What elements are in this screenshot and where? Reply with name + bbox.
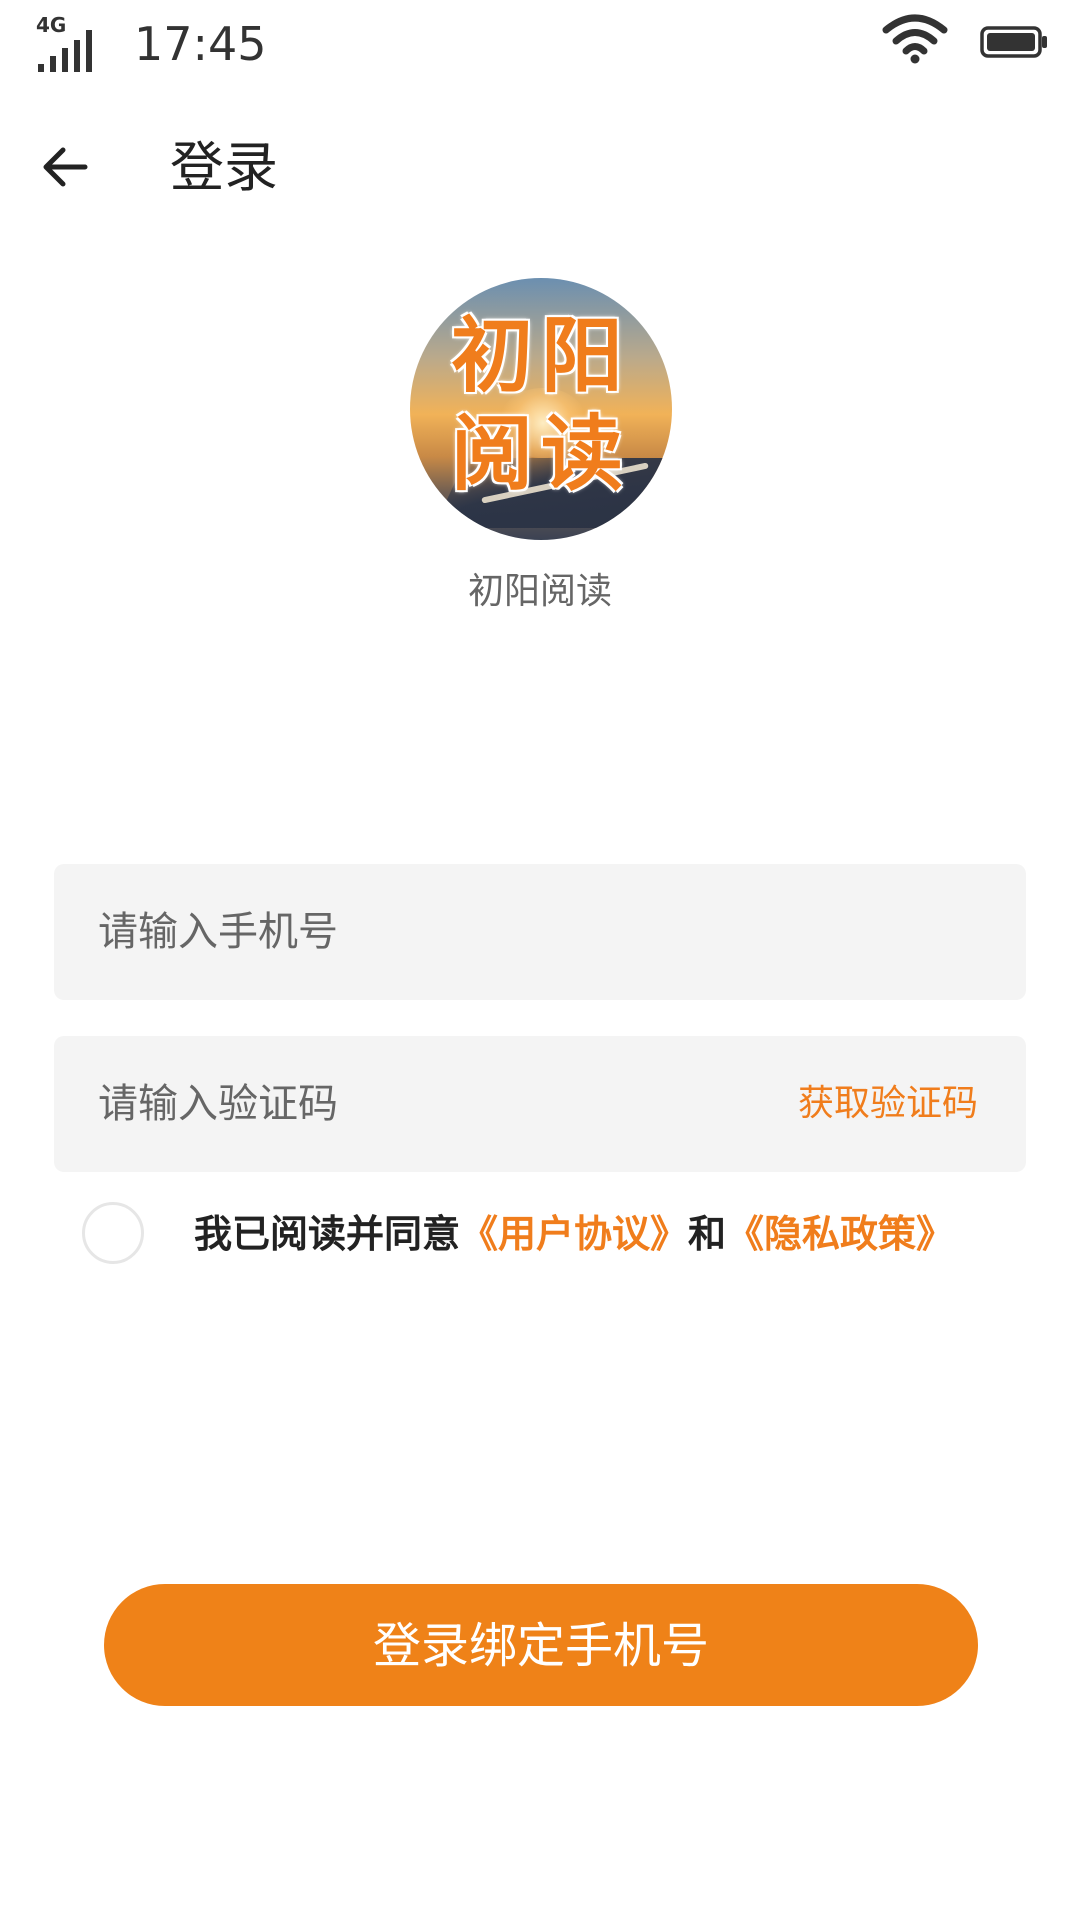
verification-code-input[interactable] xyxy=(98,1036,738,1172)
status-bar: 4G 17:45 xyxy=(0,0,1080,90)
logo-text-line2: 阅读 xyxy=(450,407,631,502)
signal-4g-icon: 4G xyxy=(36,13,92,72)
user-agreement-link[interactable]: 《用户协议》 xyxy=(460,1212,688,1256)
agreement-prefix: 我已阅读并同意 xyxy=(194,1212,461,1256)
agreement-row: 我已阅读并同意《用户协议》和《隐私政策》 xyxy=(82,1200,1042,1270)
login-bind-phone-button[interactable]: 登录绑定手机号 xyxy=(104,1584,978,1706)
header: 登录 xyxy=(0,110,1080,220)
phone-input[interactable] xyxy=(98,864,738,1000)
agreement-text: 我已阅读并同意《用户协议》和《隐私政策》 xyxy=(194,1210,954,1258)
back-arrow-icon xyxy=(43,147,88,187)
page-title: 登录 xyxy=(170,136,278,199)
app-name: 初阳阅读 xyxy=(467,571,612,612)
phone-field-container xyxy=(54,864,1026,1000)
svg-text:4G: 4G xyxy=(36,13,66,37)
code-field-container: 获取验证码 xyxy=(54,1036,1026,1172)
agreement-checkbox[interactable] xyxy=(82,1202,144,1264)
agreement-and: 和 xyxy=(688,1212,727,1256)
battery-icon xyxy=(980,26,1047,58)
back-button[interactable] xyxy=(30,132,100,202)
privacy-policy-link[interactable]: 《隐私政策》 xyxy=(726,1212,954,1256)
status-time: 17:45 xyxy=(134,17,267,71)
app-logo: 初阳 阅读 xyxy=(410,278,672,540)
wifi-icon xyxy=(882,14,948,64)
logo-text-line1: 初阳 xyxy=(450,309,631,404)
get-code-button[interactable]: 获取验证码 xyxy=(798,1080,978,1128)
